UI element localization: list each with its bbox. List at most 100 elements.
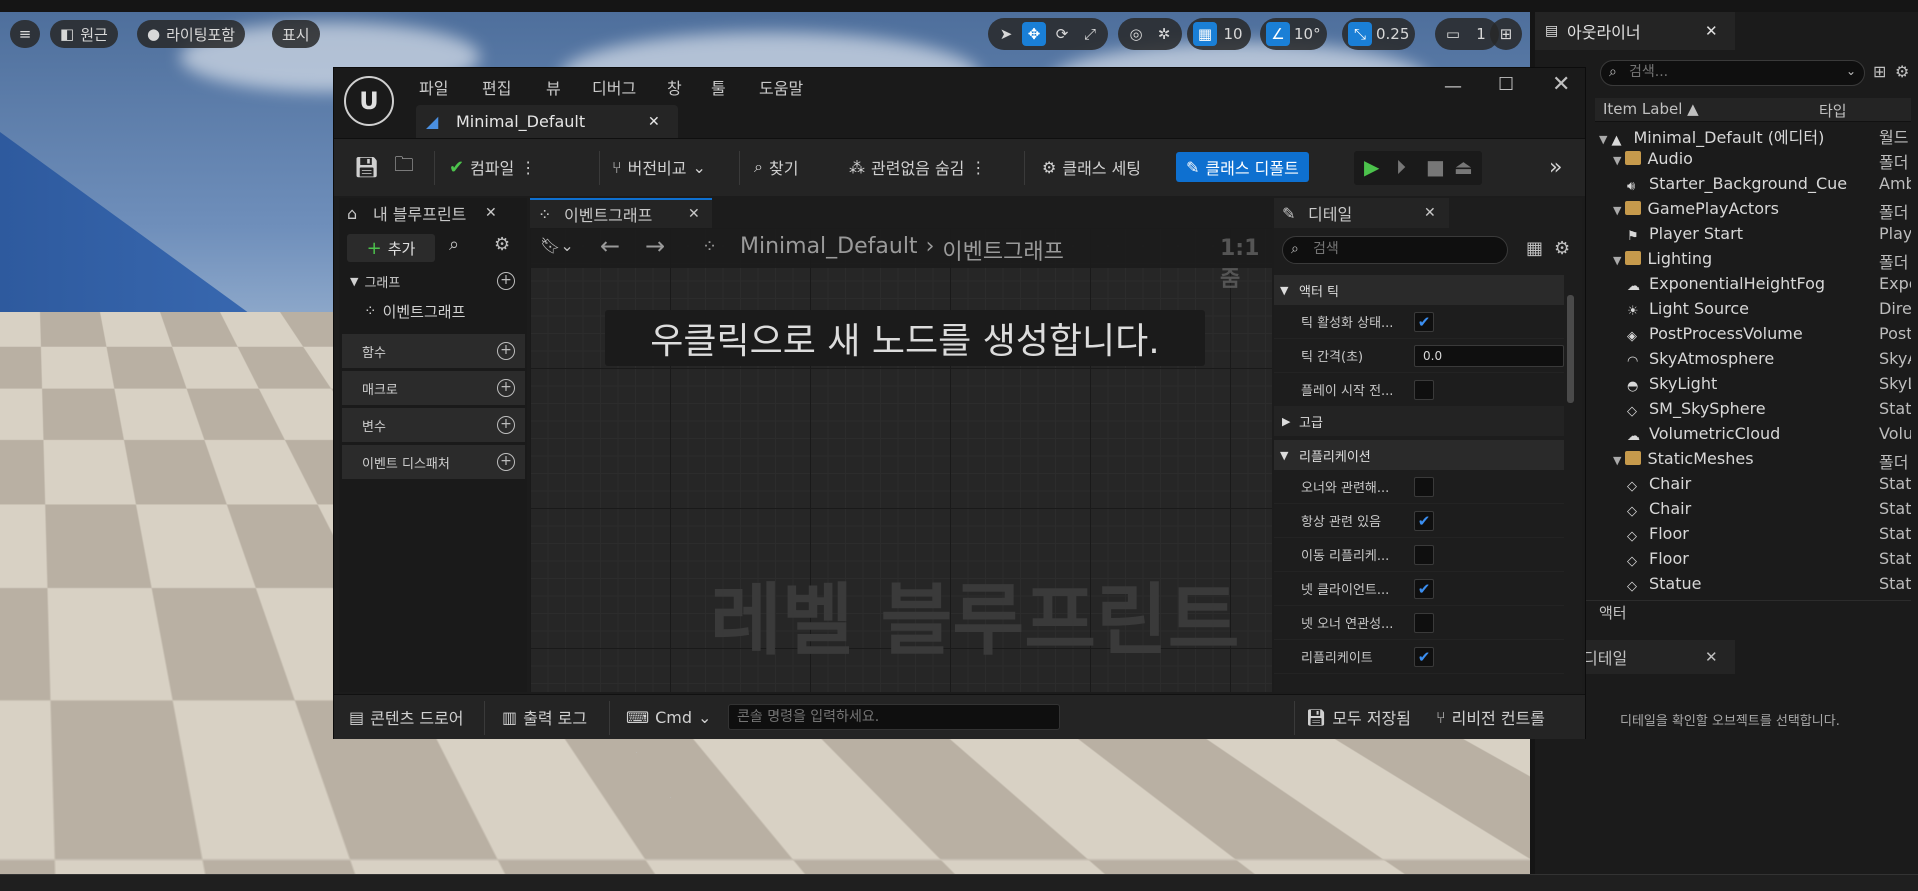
menu-item[interactable]: 파일 bbox=[419, 75, 448, 99]
menu-item[interactable]: 툴 bbox=[711, 75, 726, 99]
menu-item[interactable]: 창 bbox=[667, 75, 682, 99]
tab-document[interactable]: ◢ Minimal_Default ✕ bbox=[416, 105, 678, 138]
unreal-logo-icon[interactable]: U bbox=[344, 76, 394, 126]
outliner-row[interactable]: ◠ SkyAtmosphere SkyAtmosphere bbox=[1595, 349, 1911, 374]
add-button[interactable]: + 추가 bbox=[347, 234, 435, 262]
rotate-icon[interactable]: ⟳ bbox=[1050, 22, 1074, 46]
outliner-search[interactable]: ⌕ ⌄ bbox=[1600, 60, 1865, 86]
step-icon[interactable]: ⏵︎ bbox=[1396, 155, 1406, 179]
event-graph-item[interactable]: ⁘ 이벤트그래프 bbox=[364, 298, 465, 324]
forward-arrow-icon[interactable]: → bbox=[645, 232, 665, 260]
column-item-label[interactable]: Item Label ▲ bbox=[1603, 100, 1699, 118]
close-icon[interactable]: ✕ bbox=[1705, 648, 1718, 666]
close-icon[interactable]: ✕ bbox=[485, 205, 497, 221]
outliner-row[interactable]: ◈ PostProcessVolume PostProcessVolume bbox=[1595, 324, 1911, 349]
search-icon[interactable]: ⌕ bbox=[449, 234, 459, 255]
close-icon[interactable]: ✕ bbox=[1424, 205, 1436, 221]
outliner-search-input[interactable] bbox=[1629, 64, 1829, 80]
hamburger-icon[interactable]: ≡ bbox=[10, 20, 40, 48]
surface-snap-icon[interactable]: ✲ bbox=[1152, 22, 1176, 46]
tab-event-graph[interactable]: ⁘ 이벤트그래프 ✕ bbox=[530, 198, 712, 228]
section-graphs[interactable]: ▼ 그래프 + bbox=[342, 266, 525, 296]
checkbox[interactable] bbox=[1414, 613, 1434, 633]
class-settings-button[interactable]: ⚙ 클래스 세팅 bbox=[1042, 152, 1141, 182]
console-command-input[interactable] bbox=[729, 705, 1049, 729]
play-icon[interactable]: ▶ bbox=[1364, 155, 1379, 179]
angle-icon[interactable]: ∠ bbox=[1266, 22, 1290, 46]
perspective-button[interactable]: ◧ 원근 bbox=[50, 20, 118, 48]
close-icon[interactable]: ✕ bbox=[648, 114, 660, 130]
gear-icon[interactable]: ⚙ bbox=[1554, 238, 1570, 259]
checkbox[interactable]: ✔ bbox=[1414, 647, 1434, 667]
section-functions[interactable]: 함수 + bbox=[342, 334, 525, 368]
checkbox[interactable]: ✔ bbox=[1414, 579, 1434, 599]
close-window-icon[interactable]: ✕ bbox=[1552, 72, 1570, 97]
table-view-icon[interactable]: ▦ bbox=[1526, 238, 1543, 259]
outliner-row[interactable]: ◇StatueStaticMeshActor bbox=[1595, 574, 1911, 599]
tab-outliner[interactable]: ▤ 아웃라이너 ✕ bbox=[1535, 12, 1735, 50]
layout-button[interactable]: ⊞ bbox=[1490, 18, 1522, 50]
tick-interval-input[interactable]: 0.0 bbox=[1414, 345, 1564, 367]
expand-icon[interactable]: » bbox=[1549, 152, 1562, 182]
browse-icon[interactable]: 🗀︎ bbox=[394, 152, 414, 182]
scale-icon[interactable]: ⤢ bbox=[1078, 22, 1102, 46]
outliner-row[interactable]: ◓ SkyLight SkyLight bbox=[1595, 374, 1911, 399]
event-graph-canvas[interactable]: 🔖︎⌄ ← → ⁘ Minimal_Default › 이벤트그래프 1:1 줌… bbox=[530, 228, 1272, 692]
select-icon[interactable]: ➤ bbox=[994, 22, 1018, 46]
menu-item[interactable]: 편집 bbox=[482, 75, 511, 99]
save-icon[interactable]: 💾︎ bbox=[354, 152, 379, 182]
section-macros[interactable]: 매크로 + bbox=[342, 371, 525, 405]
content-drawer-button[interactable]: ▤ 콘텐츠 드로어 bbox=[349, 703, 464, 731]
show-button[interactable]: 표시 bbox=[272, 20, 320, 48]
add-folder-icon[interactable]: ⊞ bbox=[1873, 62, 1886, 81]
eject-icon[interactable]: ⏏︎ bbox=[1454, 155, 1473, 179]
outliner-row[interactable]: ◇ Floor StaticMeshActor bbox=[1595, 549, 1911, 574]
more-icon[interactable]: ⋮ bbox=[520, 158, 536, 177]
minimize-icon[interactable]: — bbox=[1444, 76, 1462, 97]
close-icon[interactable]: ✕ bbox=[688, 206, 700, 222]
details-search-input[interactable] bbox=[1313, 241, 1493, 257]
tab-my-blueprint[interactable]: ⌂ 내 블루프린트 ✕ bbox=[339, 198, 509, 228]
scrollbar-thumb[interactable] bbox=[1567, 295, 1574, 403]
section-actor-tick[interactable]: ▼ 액터 틱 bbox=[1274, 275, 1564, 305]
outliner-row[interactable]: ▼ Audio 폴더 bbox=[1595, 149, 1911, 174]
outliner-row[interactable]: ☁ VolumetricCloud VolumetricCloud bbox=[1595, 424, 1911, 449]
cmd-button[interactable]: ⌨ Cmd ⌄ bbox=[626, 703, 711, 731]
bookmark-icon[interactable]: 🔖︎⌄ bbox=[540, 236, 574, 255]
outliner-row[interactable]: ☀ Light Source DirectionalLight bbox=[1595, 299, 1911, 324]
gear-icon[interactable]: ⚙ bbox=[1895, 62, 1909, 81]
outliner-row[interactable]: ▼ ▲ Minimal_Default (에디터) 월드 bbox=[1595, 124, 1911, 149]
diff-button[interactable]: ⑂ 버전비교 ⌄ bbox=[612, 152, 706, 182]
breadcrumb-root[interactable]: Minimal_Default bbox=[740, 234, 918, 266]
outliner-row[interactable]: ▼ GamePlayActors 폴더 bbox=[1595, 199, 1911, 224]
outliner-row[interactable]: ▼ Lighting 폴더 bbox=[1595, 249, 1911, 274]
rotation-snap[interactable]: ∠ 10° bbox=[1260, 18, 1327, 50]
find-button[interactable]: ⌕ 찾기 bbox=[754, 152, 798, 182]
add-macro-icon[interactable]: + bbox=[497, 379, 515, 397]
add-dispatcher-icon[interactable]: + bbox=[497, 453, 515, 471]
section-advanced[interactable]: ▶ 고급 bbox=[1274, 406, 1564, 436]
add-variable-icon[interactable]: + bbox=[497, 416, 515, 434]
menu-item[interactable]: 도움말 bbox=[759, 75, 803, 99]
move-icon[interactable]: ✥ bbox=[1022, 22, 1046, 46]
chevron-down-icon[interactable]: ⌄ bbox=[1846, 64, 1856, 78]
globe-icon[interactable]: ◎ bbox=[1124, 22, 1148, 46]
outliner-row[interactable]: ▼ StaticMeshes 폴더 bbox=[1595, 449, 1911, 474]
stop-icon[interactable]: ■ bbox=[1426, 155, 1445, 179]
outliner-row[interactable]: 🔊︎ Starter_Background_Cue AmbientSound bbox=[1595, 174, 1911, 199]
outliner-row[interactable]: ◇ Floor StaticMeshActor bbox=[1595, 524, 1911, 549]
add-graph-icon[interactable]: + bbox=[497, 272, 515, 290]
outliner-row[interactable]: ◇ Chair StaticMeshActor bbox=[1595, 499, 1911, 524]
outliner-row[interactable]: ◇ Chair StaticMeshActor bbox=[1595, 474, 1911, 499]
grid-snap[interactable]: ▦ 10 bbox=[1187, 18, 1251, 50]
back-arrow-icon[interactable]: ← bbox=[600, 232, 620, 260]
checkbox[interactable] bbox=[1414, 477, 1434, 497]
close-icon[interactable]: ✕ bbox=[1705, 22, 1718, 40]
all-saved-button[interactable]: 💾︎ 모두 저장됨 bbox=[1306, 703, 1411, 731]
console-input[interactable] bbox=[728, 704, 1060, 730]
hide-unrelated-button[interactable]: ⁂ 관련없음 숨김 ⋮ bbox=[849, 152, 986, 182]
collapse-icon[interactable]: ▼ bbox=[1599, 133, 1607, 146]
collapse-icon[interactable]: ▼ bbox=[1613, 254, 1621, 267]
class-defaults-button[interactable]: ✎ 클래스 디폴트 bbox=[1176, 152, 1309, 182]
menu-item[interactable]: 뷰 bbox=[546, 75, 561, 99]
